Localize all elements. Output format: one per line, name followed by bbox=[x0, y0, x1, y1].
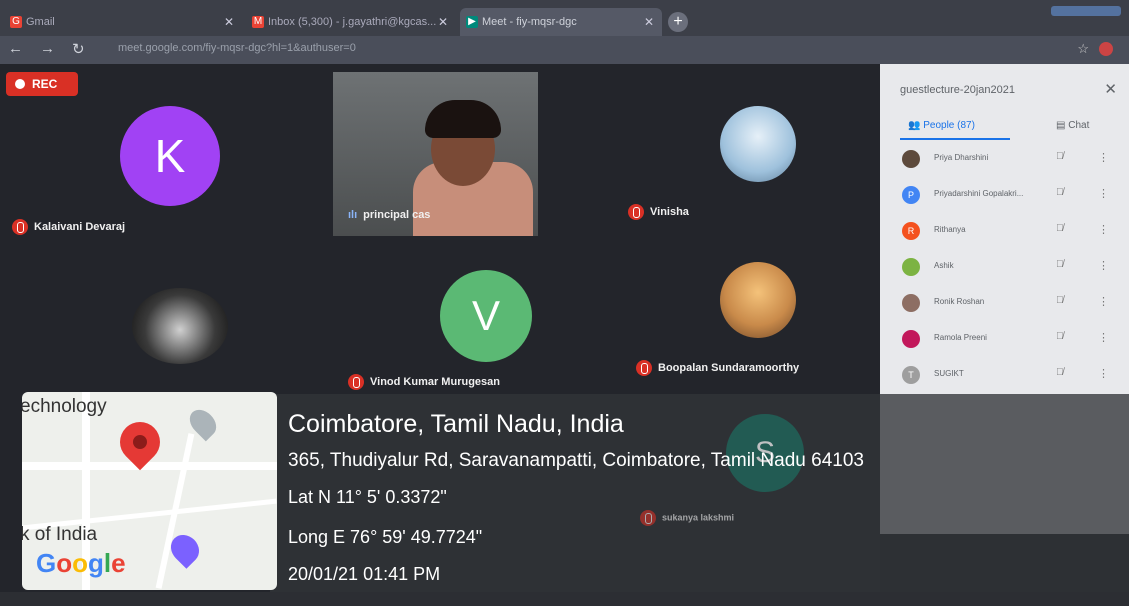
people-list: Priya Dharshini 🎙̸ ⋮ P Priyadarshini Gopala… bbox=[898, 142, 1118, 394]
avatar: R bbox=[902, 222, 920, 240]
list-item[interactable]: Ashik 🎙̸ ⋮ bbox=[898, 250, 1118, 286]
participant-name: Kalaivani Devaraj bbox=[12, 219, 125, 235]
list-item[interactable]: Ramola Preeni 🎙̸ ⋮ bbox=[898, 322, 1118, 358]
gps-datetime: 20/01/21 01:41 PM bbox=[288, 564, 441, 584]
more-vert-icon: ⋮ bbox=[1098, 152, 1109, 164]
meet-icon: ▶ bbox=[466, 16, 478, 28]
taskbar bbox=[0, 592, 1129, 606]
people-icon: 👥 bbox=[908, 120, 921, 131]
mic-off-icon bbox=[628, 204, 644, 220]
person-name: SUGIKT bbox=[934, 369, 964, 378]
close-icon[interactable]: ✕ bbox=[438, 8, 448, 36]
gmail-icon: G bbox=[10, 16, 22, 28]
tab-meet[interactable]: ▶ Meet - fiy-mqsr-dgc ✕ bbox=[460, 8, 662, 36]
person-name: Priyadarshini Gopalakri... bbox=[934, 189, 1024, 198]
participant-name: sukanya lakshmi bbox=[640, 510, 734, 526]
more-vert-icon: ⋮ bbox=[1098, 224, 1109, 236]
avatar bbox=[902, 330, 920, 348]
reload-icon[interactable]: ↻ bbox=[72, 40, 85, 58]
participant-name: Vinisha bbox=[628, 204, 689, 220]
google-logo: Google bbox=[36, 548, 126, 578]
mic-off-icon: 🎙̸ bbox=[1056, 367, 1064, 378]
mic-off-icon: 🎙̸ bbox=[1056, 295, 1064, 306]
close-icon[interactable]: ✕ bbox=[1104, 80, 1117, 98]
tab-gmail[interactable]: G Gmail ✕ bbox=[4, 8, 242, 36]
mic-off-icon bbox=[636, 360, 652, 376]
tab-chat[interactable]: ▤ Chat bbox=[1056, 120, 1089, 131]
more-vert-icon: ⋮ bbox=[1098, 260, 1109, 272]
list-item[interactable]: Ronik Roshan 🎙̸ ⋮ bbox=[898, 286, 1118, 322]
list-item[interactable]: Priya Dharshini 🎙̸ ⋮ bbox=[898, 142, 1118, 178]
person-name: Ronik Roshan bbox=[934, 297, 985, 306]
person-name: Priya Dharshini bbox=[934, 153, 989, 162]
avatar: V bbox=[440, 270, 532, 362]
close-icon[interactable]: ✕ bbox=[644, 8, 654, 36]
person-name: Rithanya bbox=[934, 225, 966, 234]
map-label: k of India bbox=[22, 524, 98, 545]
participant-name: Boopalan Sundaramoorthy bbox=[636, 360, 799, 376]
participant-name: Vinod Kumar Murugesan bbox=[348, 374, 500, 390]
tab-label: Gmail bbox=[26, 16, 55, 28]
mic-off-icon: 🎙̸ bbox=[1056, 187, 1064, 198]
gps-address: 365, Thudiyalur Rd, Saravanampatti, Coim… bbox=[288, 450, 864, 471]
mic-off-icon: 🎙̸ bbox=[1056, 223, 1064, 234]
gps-longitude: Long E 76° 59' 49.7724" bbox=[288, 527, 483, 547]
list-item[interactable]: P Priyadarshini Gopalakri... 🎙̸ ⋮ bbox=[898, 178, 1118, 214]
address-bar: ← → ↻ meet.google.com/fiy-mqsr-dgc?hl=1&… bbox=[0, 36, 1129, 64]
list-item[interactable]: T SUGIKT 🎙̸ ⋮ bbox=[898, 358, 1118, 394]
avatar bbox=[132, 288, 228, 364]
avatar: T bbox=[902, 366, 920, 384]
mic-off-icon: 🎙̸ bbox=[1056, 151, 1064, 162]
url-text[interactable]: meet.google.com/fiy-mqsr-dgc?hl=1&authus… bbox=[118, 42, 356, 54]
mic-off-icon bbox=[348, 374, 364, 390]
avatar bbox=[902, 258, 920, 276]
tab-label: Meet - fiy-mqsr-dgc bbox=[482, 16, 577, 28]
avatar bbox=[720, 106, 796, 182]
gps-city: Coimbatore, Tamil Nadu, India bbox=[288, 410, 624, 438]
map-label: echnology bbox=[22, 396, 107, 417]
back-icon[interactable]: ← bbox=[8, 40, 23, 57]
gmail-icon: M bbox=[252, 16, 264, 28]
tab-indicator bbox=[900, 138, 1010, 140]
new-tab-button[interactable]: + bbox=[668, 12, 688, 32]
mic-off-icon: 🎙̸ bbox=[1056, 259, 1064, 270]
tab-people[interactable]: 👥 People (87) bbox=[908, 120, 975, 131]
recording-badge: REC bbox=[6, 72, 78, 96]
list-item[interactable]: R Rithanya 🎙̸ ⋮ bbox=[898, 214, 1118, 250]
avatar bbox=[902, 294, 920, 312]
more-vert-icon: ⋮ bbox=[1098, 332, 1109, 344]
profile-avatar[interactable] bbox=[1099, 42, 1113, 56]
tab-label: Inbox (5,300) - j.gayathri@kgcas... bbox=[268, 16, 437, 28]
avatar bbox=[902, 150, 920, 168]
avatar: K bbox=[120, 106, 220, 206]
more-vert-icon: ⋮ bbox=[1098, 296, 1109, 308]
gps-latitude: Lat N 11° 5' 0.3372" bbox=[288, 487, 447, 507]
person-name: Ashik bbox=[934, 261, 954, 270]
window-controls[interactable] bbox=[1051, 6, 1121, 16]
person-name: Ramola Preeni bbox=[934, 333, 987, 342]
tab-inbox[interactable]: M Inbox (5,300) - j.gayathri@kgcas... ✕ bbox=[246, 8, 456, 36]
audio-level-icon: ılı bbox=[348, 209, 358, 221]
avatar bbox=[720, 262, 796, 338]
forward-icon[interactable]: → bbox=[40, 40, 55, 57]
gps-map-thumbnail: echnology k of India Google bbox=[22, 392, 277, 590]
more-vert-icon: ⋮ bbox=[1098, 368, 1109, 380]
close-icon[interactable]: ✕ bbox=[224, 8, 234, 36]
photo-of-screen: G Gmail ✕ M Inbox (5,300) - j.gayathri@k… bbox=[0, 0, 1129, 606]
mic-off-icon: 🎙̸ bbox=[1056, 331, 1064, 342]
bookmark-star-icon[interactable]: ☆ bbox=[1077, 41, 1089, 57]
mic-off-icon bbox=[640, 510, 656, 526]
more-vert-icon: ⋮ bbox=[1098, 188, 1109, 200]
participant-name: ılı principal cas bbox=[348, 209, 431, 221]
browser-tab-bar: G Gmail ✕ M Inbox (5,300) - j.gayathri@k… bbox=[0, 0, 1129, 36]
meeting-title: guestlecture-20jan2021 bbox=[900, 84, 1015, 96]
chat-icon: ▤ bbox=[1056, 120, 1066, 131]
avatar: P bbox=[902, 186, 920, 204]
mic-off-icon bbox=[12, 219, 28, 235]
